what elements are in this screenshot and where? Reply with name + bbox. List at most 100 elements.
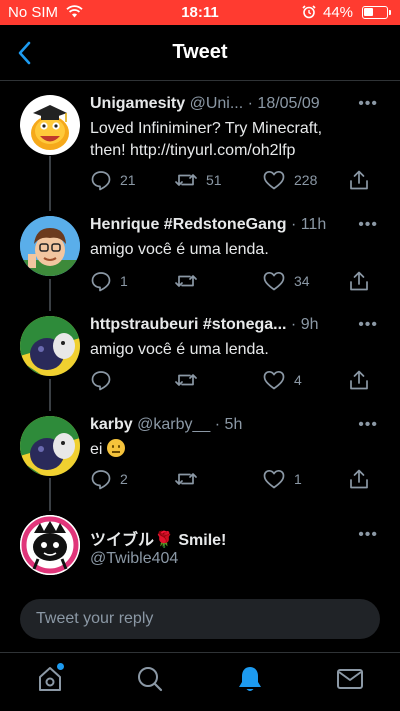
tweet-time: · 5h xyxy=(214,416,243,433)
alarm-icon xyxy=(302,5,316,23)
tweet-header: Henrique #RedstoneGang · 11h xyxy=(90,216,390,238)
share-button[interactable] xyxy=(348,269,370,293)
retweet-button[interactable]: 51 xyxy=(174,168,222,192)
tweet-text: ei xyxy=(90,439,380,461)
more-icon[interactable]: ••• xyxy=(358,95,378,113)
tweet-text: amigo você é uma lenda. xyxy=(90,241,269,258)
heart-icon xyxy=(262,169,286,191)
like-count: 228 xyxy=(294,172,318,188)
battery-icon xyxy=(362,6,391,19)
share-icon xyxy=(348,369,370,391)
tweet-time: · 11h xyxy=(290,216,327,233)
share-button[interactable] xyxy=(348,368,370,392)
more-icon[interactable]: ••• xyxy=(358,526,378,544)
author-handle[interactable]: @Uni... xyxy=(190,95,244,112)
heart-icon xyxy=(262,369,286,391)
avatar[interactable] xyxy=(20,515,80,575)
home-icon xyxy=(34,667,66,699)
author-name[interactable]: ツイブル🌹 Smile! xyxy=(90,532,226,548)
reply-input[interactable] xyxy=(20,599,380,639)
battery-percent: 44% xyxy=(323,4,354,21)
reply-bar xyxy=(20,599,380,639)
reply-icon xyxy=(90,169,112,191)
avatar[interactable] xyxy=(20,416,80,476)
avatar[interactable] xyxy=(20,316,80,376)
reply-icon xyxy=(90,369,112,391)
author-name[interactable]: httpstraubeuri #stonega... xyxy=(90,316,286,333)
reply-button[interactable]: 2 xyxy=(90,467,128,491)
tweet-text: Loved Infiniminer? Try Minecraft, then! … xyxy=(90,118,380,162)
retweet-icon xyxy=(174,169,198,191)
like-count: 34 xyxy=(294,273,310,289)
reply-button[interactable]: 21 xyxy=(90,168,136,192)
tab-home[interactable] xyxy=(34,663,66,695)
neutral-face-emoji-icon xyxy=(106,439,125,457)
reply-icon xyxy=(90,270,112,292)
retweet-count: 51 xyxy=(206,172,222,188)
retweet-button[interactable] xyxy=(174,368,206,392)
tweet[interactable]: karby @karby__ · 5h ••• ei 2 1 xyxy=(0,416,400,506)
like-button[interactable]: 1 xyxy=(262,467,302,491)
like-button[interactable]: 228 xyxy=(262,168,317,192)
like-button[interactable]: 4 xyxy=(262,368,302,392)
share-button[interactable] xyxy=(348,168,370,192)
avatar[interactable] xyxy=(20,95,80,155)
tweet-actions: 21 51 228 xyxy=(90,168,380,192)
share-icon xyxy=(348,468,370,490)
avatar[interactable] xyxy=(20,216,80,276)
share-icon xyxy=(348,270,370,292)
like-button[interactable]: 34 xyxy=(262,269,310,293)
author-handle[interactable]: @karby__ xyxy=(137,416,210,433)
notification-dot xyxy=(57,663,64,670)
share-icon xyxy=(348,169,370,191)
more-icon[interactable]: ••• xyxy=(358,316,378,334)
retweet-button[interactable] xyxy=(174,269,206,293)
mail-icon xyxy=(334,669,366,699)
reply-button[interactable] xyxy=(90,368,120,392)
like-count: 1 xyxy=(294,471,302,487)
tweet-actions: 2 1 xyxy=(90,467,380,491)
nav-header: Tweet xyxy=(0,25,400,81)
reply-icon xyxy=(90,468,112,490)
bell-icon xyxy=(234,667,266,699)
tweet-header: httpstraubeuri #stonega... · 9h xyxy=(90,316,390,338)
heart-icon xyxy=(262,468,286,490)
tweet-header: karby @karby__ · 5h xyxy=(90,416,390,438)
search-icon xyxy=(134,667,166,699)
status-bar: No SIM 18:11 44% xyxy=(0,0,400,25)
author-name[interactable]: Unigamesity xyxy=(90,95,185,112)
retweet-icon xyxy=(174,468,198,490)
tab-search[interactable] xyxy=(134,663,166,695)
tweet-actions: 1 34 xyxy=(90,269,380,293)
tab-notifications[interactable] xyxy=(234,663,266,695)
page-title: Tweet xyxy=(172,41,228,63)
reply-count: 21 xyxy=(120,172,136,188)
author-handle[interactable]: @Twible404 xyxy=(90,548,380,570)
tweet[interactable]: ツイブル🌹 Smile! ••• @Twible404 xyxy=(0,515,400,585)
share-button[interactable] xyxy=(348,467,370,491)
tweet[interactable]: httpstraubeuri #stonega... · 9h ••• amig… xyxy=(0,316,400,406)
tweet[interactable]: Unigamesity @Uni... · 18/05/09 ••• Loved… xyxy=(0,95,400,205)
tab-messages[interactable] xyxy=(334,663,366,695)
retweet-button[interactable] xyxy=(174,467,206,491)
tweet-text-line: Loved Infiniminer? Try Minecraft, xyxy=(90,120,323,137)
reply-button[interactable]: 1 xyxy=(90,269,128,293)
like-count: 4 xyxy=(294,372,302,388)
retweet-icon xyxy=(174,369,198,391)
tweet-header: Unigamesity @Uni... · 18/05/09 xyxy=(90,95,390,117)
author-name[interactable]: karby xyxy=(90,416,133,433)
tweet[interactable]: Henrique #RedstoneGang · 11h ••• amigo v… xyxy=(0,216,400,306)
tweet-text-line: then! http://tinyurl.com/oh2lfp xyxy=(90,142,296,159)
reply-count: 2 xyxy=(120,471,128,487)
more-icon[interactable]: ••• xyxy=(358,216,378,234)
tweet-header: ツイブル🌹 Smile! xyxy=(90,526,390,548)
tweet-text-content: ei xyxy=(90,441,103,458)
tweet-time: · 9h xyxy=(290,316,319,333)
bottom-tab-bar xyxy=(0,652,400,711)
author-name[interactable]: Henrique #RedstoneGang xyxy=(90,216,286,233)
reply-count: 1 xyxy=(120,273,128,289)
tweet-text: amigo você é uma lenda. xyxy=(90,341,269,358)
retweet-icon xyxy=(174,270,198,292)
more-icon[interactable]: ••• xyxy=(358,416,378,434)
tweet-actions: 4 xyxy=(90,368,380,392)
